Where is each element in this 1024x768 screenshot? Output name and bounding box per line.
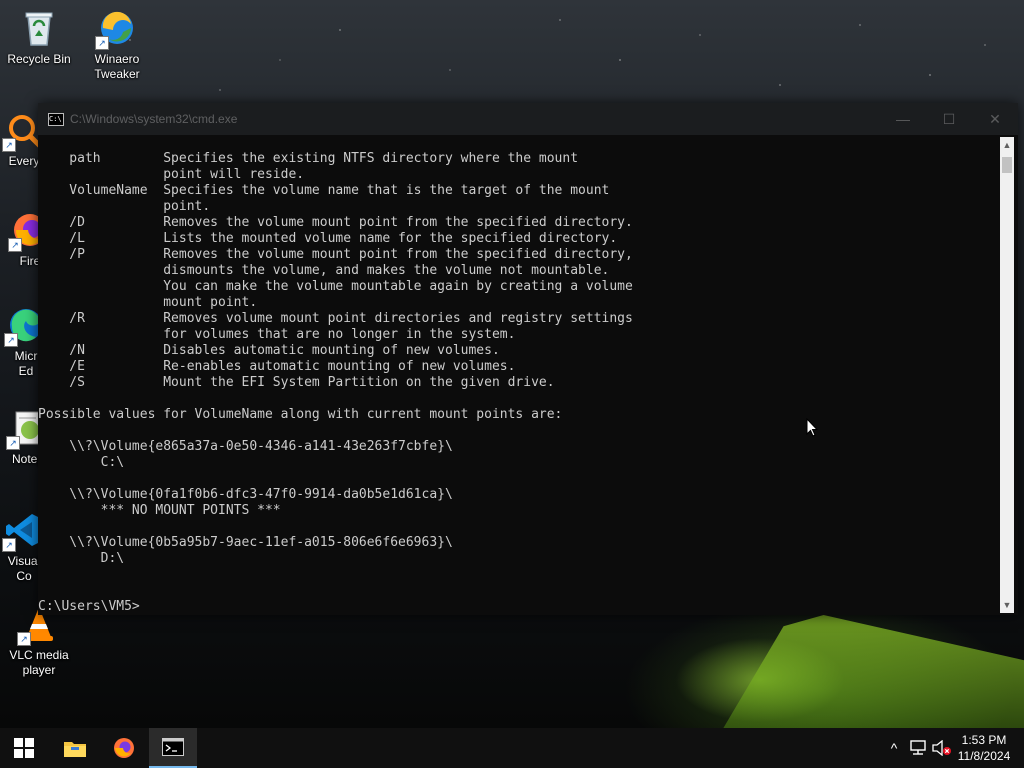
taskbar-file-explorer[interactable] [51,728,99,768]
clock-date: 11/8/2024 [957,749,1011,763]
vertical-scrollbar[interactable]: ▲ ▼ [1000,137,1014,613]
console-line: *** NO MOUNT POINTS *** [38,503,281,518]
network-icon [910,740,926,755]
console-line: /S Mount the EFI System Partition on the… [38,375,555,390]
wallpaper-tent [723,615,1024,728]
scroll-thumb[interactable] [1002,157,1012,173]
console-line: point will reside. [38,167,305,182]
mouse-cursor-icon [806,418,818,437]
show-hidden-icons-button[interactable]: ^ [884,728,904,768]
shortcut-arrow-icon: ↗ [17,632,31,646]
start-button[interactable] [0,728,48,768]
minimize-button[interactable]: — [880,103,926,135]
console-line: /L Lists the mounted volume name for the… [38,231,618,246]
console-line: /N Disables automatic mounting of new vo… [38,343,500,358]
network-button[interactable] [906,728,930,768]
console-line: /E Re-enables automatic mounting of new … [38,359,516,374]
command-prompt-icon: C:\ [48,113,64,126]
console-line: dismounts the volume, and makes the volu… [38,263,610,278]
shortcut-arrow-icon: ↗ [2,538,16,552]
start-icon [14,738,34,758]
volume-muted-icon [932,740,951,756]
winaero-tweaker-icon: ↗ [95,8,137,50]
console-line: /D Removes the volume mount point from t… [38,215,633,230]
taskbar-command-prompt[interactable] [149,728,197,768]
window-title: C:\Windows\system32\cmd.exe [70,112,238,126]
clock-time: 1:53 PM [961,733,1007,747]
shortcut-arrow-icon: ↗ [4,333,18,347]
shortcut-arrow-icon: ↗ [8,238,22,252]
console-line: \\?\Volume{0b5a95b7-9aec-11ef-a015-806e6… [38,535,453,550]
console-output[interactable]: path Specifies the existing NTFS directo… [38,151,993,615]
desktop-icon-label: Recycle Bin [7,52,71,66]
command-prompt-window[interactable]: C:\ C:\Windows\system32\cmd.exe — ☐ ✕ pa… [38,103,1018,615]
console-line: /R Removes volume mount point directorie… [38,311,633,326]
scroll-up-arrow-icon[interactable]: ▲ [1000,137,1014,153]
console-line: Possible values for VolumeName along wit… [38,407,563,422]
close-button[interactable]: ✕ [972,103,1018,135]
console-line: \\?\Volume{e865a37a-0e50-4346-a141-43e26… [38,439,453,454]
volume-button[interactable] [930,728,954,768]
console-line: You can make the volume mountable again … [38,279,633,294]
taskbar-clock[interactable]: 1:53 PM 11/8/2024 [956,732,1012,764]
console-line: D:\ [38,551,125,566]
desktop-icon-winaero-tweaker[interactable]: ↗ Winaero Tweaker [79,8,155,82]
console-line: /P Removes the volume mount point from t… [38,247,633,262]
desktop-icon-label: VLC media player [9,648,69,677]
console-line: \\?\Volume{0fa1f0b6-dfc3-47f0-9914-da0b5… [38,487,453,502]
console-line: path Specifies the existing NTFS directo… [38,151,579,166]
command-prompt-icon [162,738,184,756]
firefox-icon [114,738,134,758]
scroll-down-arrow-icon[interactable]: ▼ [1000,597,1014,613]
console-line: mount point. [38,295,258,310]
file-explorer-icon [64,742,86,757]
desktop-icon-vlc[interactable]: ↗ VLC media player [1,604,77,678]
taskbar: ^ 1:53 PM 11/8/2024 [0,728,1024,768]
maximize-button[interactable]: ☐ [926,103,972,135]
window-titlebar[interactable]: C:\ C:\Windows\system32\cmd.exe — ☐ ✕ [38,103,1018,135]
console-line: for volumes that are no longer in the sy… [38,327,516,342]
shortcut-arrow-icon: ↗ [6,436,20,450]
shortcut-arrow-icon: ↗ [2,138,16,152]
console-line: C:\ [38,455,125,470]
desktop-icon-recycle-bin[interactable]: Recycle Bin [1,8,77,67]
recycle-bin-icon [19,8,59,48]
console-line: C:\Users\VM5> [38,599,140,614]
console-line: point. [38,199,211,214]
taskbar-firefox[interactable] [100,728,148,768]
desktop-icon-label: Winaero Tweaker [94,52,140,81]
shortcut-arrow-icon: ↗ [95,36,109,50]
console-line: VolumeName Specifies the volume name tha… [38,183,610,198]
